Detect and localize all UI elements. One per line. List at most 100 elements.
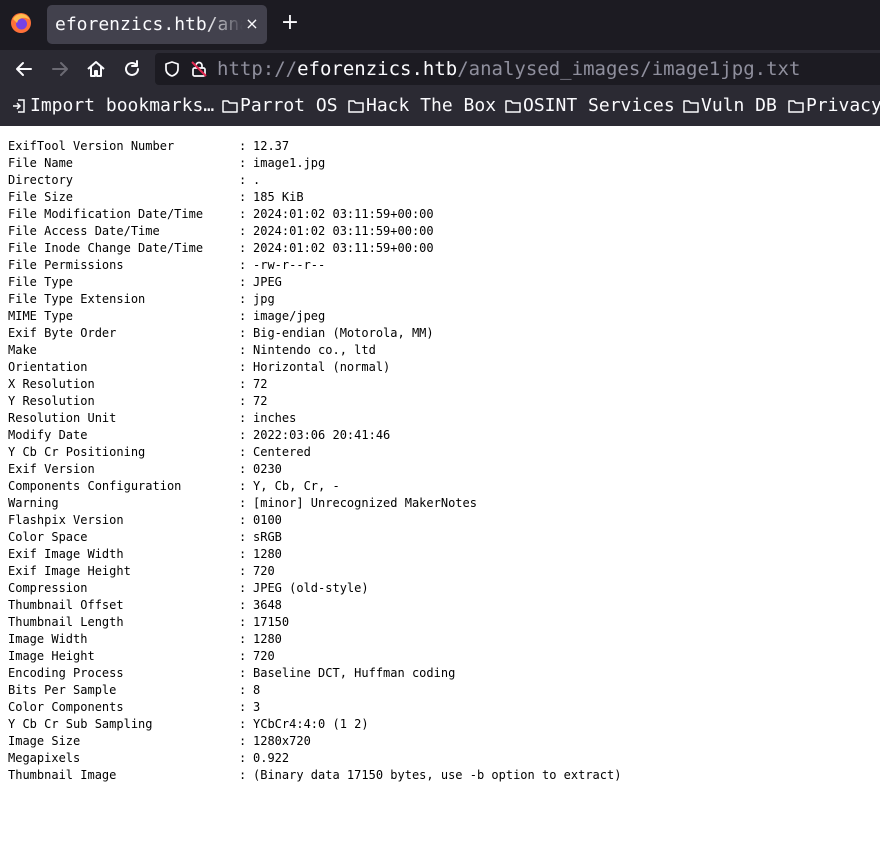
exif-value: 8 <box>253 683 261 697</box>
exif-separator: : <box>239 343 247 357</box>
exif-key: File Type <box>8 275 74 289</box>
exif-key: Exif Version <box>8 462 95 476</box>
exif-separator: : <box>239 598 247 612</box>
exif-key: File Permissions <box>8 258 124 272</box>
exif-key: Resolution Unit <box>8 411 117 425</box>
exif-key: Flashpix Version <box>8 513 124 527</box>
exif-separator: : <box>239 292 247 306</box>
folder-icon <box>505 100 521 113</box>
tab-title: eforenzics.htb/analysed_images/image1jpg… <box>55 14 243 35</box>
exif-key: Megapixels <box>8 751 81 765</box>
exif-value: (Binary data 17150 bytes, use -b option … <box>253 768 622 782</box>
exif-separator: : <box>239 666 247 680</box>
exif-key: File Inode Change Date/Time <box>8 241 204 255</box>
exif-separator: : <box>239 717 247 731</box>
exif-value: image1.jpg <box>253 156 326 170</box>
exif-key: Warning <box>8 496 59 510</box>
exif-key: File Size <box>8 190 74 204</box>
exif-key: File Type Extension <box>8 292 146 306</box>
exif-separator: : <box>239 700 247 714</box>
folder-icon <box>348 100 364 113</box>
url-host: eforenzics.htb <box>297 58 458 80</box>
exif-value: 1280 <box>253 632 282 646</box>
url-text[interactable]: http://eforenzics.htb/analysed_images/im… <box>217 58 800 80</box>
exif-separator: : <box>239 462 247 476</box>
exif-key: Exif Image Width <box>8 547 124 561</box>
exif-value: 1280 <box>253 547 282 561</box>
exif-separator: : <box>239 411 247 425</box>
shield-icon[interactable] <box>163 60 181 78</box>
exif-value: Y, Cb, Cr, - <box>253 479 340 493</box>
exif-value: JPEG (old-style) <box>253 581 369 595</box>
exif-value: inches <box>253 411 297 425</box>
exif-separator: : <box>239 224 247 238</box>
exif-key: File Access Date/Time <box>8 224 160 238</box>
folder-icon <box>222 100 238 113</box>
exif-separator: : <box>239 632 247 646</box>
exif-value: 0100 <box>253 513 282 527</box>
exif-key: ExifTool Version Number <box>8 139 175 153</box>
exif-separator: : <box>239 496 247 510</box>
exif-separator: : <box>239 275 247 289</box>
exif-separator: : <box>239 309 247 323</box>
exif-key: Components Configuration <box>8 479 182 493</box>
exif-value: sRGB <box>253 530 282 544</box>
exif-key: File Name <box>8 156 74 170</box>
url-path: /analysed_images/image1jpg.txt <box>457 58 801 80</box>
exif-value: 3 <box>253 700 261 714</box>
forward-arrow-icon[interactable] <box>49 58 71 80</box>
exif-key: Directory <box>8 173 74 187</box>
tab-bar: eforenzics.htb/analysed_images/image1jpg… <box>0 0 880 50</box>
exif-separator: : <box>239 768 247 782</box>
back-arrow-icon[interactable] <box>13 58 35 80</box>
exif-value: JPEG <box>253 275 282 289</box>
exif-separator: : <box>239 428 247 442</box>
folder-icon <box>683 100 699 113</box>
exif-separator: : <box>239 360 247 374</box>
exif-value: 185 KiB <box>253 190 304 204</box>
exif-separator: : <box>239 190 247 204</box>
exif-value: Horizontal (normal) <box>253 360 391 374</box>
exif-separator: : <box>239 326 247 340</box>
home-icon[interactable] <box>85 58 107 80</box>
exif-key: File Modification Date/Time <box>8 207 204 221</box>
exif-separator: : <box>239 173 247 187</box>
tab-active[interactable]: eforenzics.htb/analysed_images/image1jpg… <box>47 5 267 44</box>
exif-value: 0230 <box>253 462 282 476</box>
exif-key: Y Cb Cr Sub Sampling <box>8 717 153 731</box>
exif-value: jpg <box>253 292 275 306</box>
exif-separator: : <box>239 377 247 391</box>
exif-key: Encoding Process <box>8 666 124 680</box>
exif-key: Exif Image Height <box>8 564 131 578</box>
new-tab-button[interactable]: + <box>279 12 301 34</box>
exif-value: YCbCr4:4:0 (1 2) <box>253 717 369 731</box>
exif-value: Baseline DCT, Huffman coding <box>253 666 456 680</box>
exif-value: [minor] Unrecognized MakerNotes <box>253 496 477 510</box>
exif-separator: : <box>239 139 247 153</box>
exif-value: 72 <box>253 377 268 391</box>
exif-key: X Resolution <box>8 377 95 391</box>
firefox-icon[interactable] <box>10 12 32 34</box>
bookmark-label: Privacy <box>806 95 880 116</box>
insecure-lock-icon[interactable] <box>190 60 208 78</box>
bookmark-label: Parrot OS <box>240 95 338 116</box>
bookmark-label: Import bookmarks… <box>30 95 215 116</box>
exif-separator: : <box>239 615 247 629</box>
exif-key: Thumbnail Image <box>8 768 117 782</box>
exif-separator: : <box>239 207 247 221</box>
exif-value: 720 <box>253 564 275 578</box>
exif-value: . <box>253 173 261 187</box>
exif-key: Thumbnail Length <box>8 615 124 629</box>
exif-key: Make <box>8 343 37 357</box>
close-tab-icon[interactable]: × <box>243 15 261 33</box>
exif-value: image/jpeg <box>253 309 326 323</box>
exif-value: 17150 <box>253 615 290 629</box>
reload-icon[interactable] <box>121 58 143 80</box>
exif-separator: : <box>239 581 247 595</box>
exif-value: 720 <box>253 649 275 663</box>
exif-separator: : <box>239 258 247 272</box>
exif-separator: : <box>239 683 247 697</box>
exif-value: 3648 <box>253 598 282 612</box>
address-bar[interactable]: http://eforenzics.htb/analysed_images/im… <box>155 53 880 85</box>
exif-value: -rw-r--r-- <box>253 258 326 272</box>
